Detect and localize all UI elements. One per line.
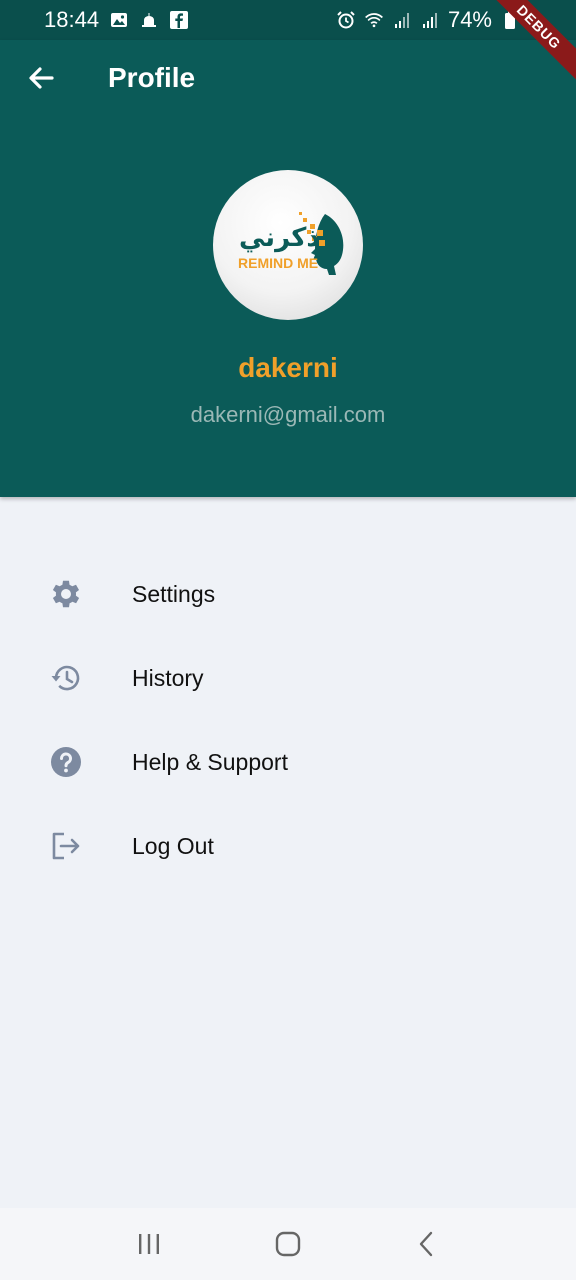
avatar: ذكرني REMIND ME [213, 170, 363, 320]
menu-item-label: History [132, 664, 204, 691]
back-icon[interactable] [403, 1220, 451, 1268]
battery-percent: 74% [447, 7, 492, 32]
arrow-left-icon[interactable] [24, 60, 60, 96]
svg-text:ذكرني: ذكرني [239, 223, 320, 253]
alarm-icon [336, 10, 356, 30]
logout-icon [48, 828, 84, 864]
gear-icon [48, 576, 84, 612]
page-title: Profile [108, 62, 196, 93]
menu-item-help-support[interactable]: Help & Support [0, 720, 576, 804]
home-icon[interactable] [264, 1220, 312, 1268]
menu-item-label: Help & Support [132, 748, 288, 775]
user-name: dakerni [238, 352, 338, 383]
profile-menu: Settings History Help & Support Log Out [0, 552, 576, 888]
menu-item-label: Settings [132, 580, 216, 607]
status-left: 18:44 [44, 7, 189, 33]
facebook-icon [169, 10, 189, 30]
signal-icon [420, 10, 440, 30]
help-icon [48, 744, 84, 780]
menu-item-logout[interactable]: Log Out [0, 804, 576, 888]
status-bar: 18:44 74% [0, 0, 576, 40]
remind-me-logo: ذكرني REMIND ME [238, 212, 344, 275]
signal-icon [392, 10, 412, 30]
recent-apps-icon[interactable] [125, 1220, 173, 1268]
profile-header: Profile ذكرني REMIND ME dakerni dakerni@… [0, 40, 576, 497]
user-email: dakerni@gmail.com [190, 402, 386, 427]
system-nav-bar [0, 1208, 576, 1280]
image-icon [109, 10, 129, 30]
status-right: 74% [336, 7, 532, 33]
svg-text:REMIND ME: REMIND ME [238, 255, 318, 271]
menu-item-label: Log Out [132, 832, 214, 859]
menu-item-history[interactable]: History [0, 636, 576, 720]
history-icon [48, 660, 84, 696]
mosque-icon [139, 10, 159, 30]
menu-item-settings[interactable]: Settings [0, 552, 576, 636]
wifi-icon [364, 10, 384, 30]
status-time: 18:44 [44, 7, 100, 32]
